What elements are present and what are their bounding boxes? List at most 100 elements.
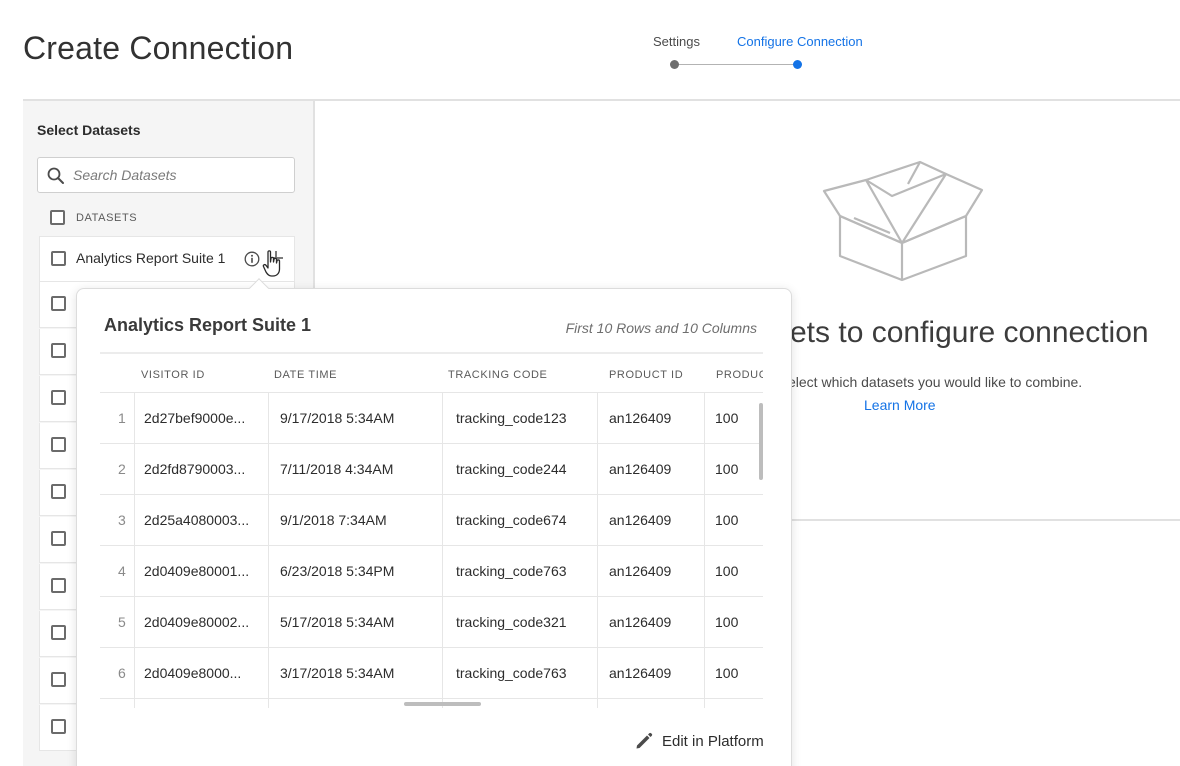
cell-divider — [597, 393, 598, 444]
cell-product: 100 — [715, 461, 739, 477]
open-box-icon — [822, 160, 984, 282]
dataset-checkbox[interactable] — [51, 672, 66, 687]
dataset-checkbox[interactable] — [51, 578, 66, 593]
table-row: 2 2d2fd8790003... 7/11/2018 4:34AM track… — [100, 444, 763, 495]
step-configure-connection[interactable]: Configure Connection — [737, 34, 863, 49]
column-header-product-id[interactable]: PRODUCT ID — [609, 369, 683, 381]
cell-divider — [134, 444, 135, 495]
preview-table: VISITOR ID DATE TIME TRACKING CODE PRODU… — [100, 352, 763, 708]
cell-divider — [268, 444, 269, 495]
column-header-tracking-code[interactable]: TRACKING CODE — [448, 369, 547, 381]
dataset-checkbox[interactable] — [51, 531, 66, 546]
panel-heading: Select Datasets — [37, 122, 141, 138]
preview-subtitle: First 10 Rows and 10 Columns — [565, 320, 757, 336]
cell-visitor-id: 2d0409e8000... — [144, 665, 242, 681]
cell-product-id: an126409 — [609, 410, 672, 426]
dataset-label: Analytics Report Suite 1 — [76, 250, 226, 266]
hand-pointer-icon — [262, 250, 281, 277]
info-icon[interactable] — [244, 251, 260, 267]
cell-tracking-code: tracking_code321 — [456, 614, 567, 630]
dataset-checkbox[interactable] — [51, 625, 66, 640]
step-settings[interactable]: Settings — [653, 34, 700, 49]
dataset-checkbox[interactable] — [51, 251, 66, 266]
empty-state-title: sets to configure connection — [775, 316, 1149, 349]
cell-product-id: an126409 — [609, 665, 672, 681]
cell-divider — [268, 648, 269, 699]
cell-product: 100 — [715, 614, 739, 630]
cell-divider — [442, 597, 443, 648]
cell-divider — [442, 495, 443, 546]
cell-visitor-id: 2d0409e80002... — [144, 614, 250, 630]
vertical-scrollbar[interactable] — [759, 403, 763, 480]
cell-divider — [597, 699, 598, 708]
cell-divider — [704, 393, 705, 444]
row-index: 2 — [118, 461, 126, 477]
cell-divider — [442, 546, 443, 597]
search-input[interactable] — [73, 165, 283, 185]
cell-divider — [704, 495, 705, 546]
column-header-product[interactable]: PRODUC — [716, 369, 763, 381]
dataset-checkbox[interactable] — [51, 719, 66, 734]
cell-divider — [134, 648, 135, 699]
table-row: 4 2d0409e80001... 6/23/2018 5:34PM track… — [100, 546, 763, 597]
cell-divider — [268, 546, 269, 597]
select-all-checkbox[interactable] — [50, 210, 65, 225]
step-dot-settings — [670, 60, 679, 69]
cell-product-id: an126409 — [609, 461, 672, 477]
dataset-row[interactable]: Analytics Report Suite 1 — [39, 236, 295, 282]
dataset-preview-popover: Analytics Report Suite 1 First 10 Rows a… — [76, 288, 792, 766]
cell-divider — [268, 699, 269, 708]
cell-date-time: 7/11/2018 4:34AM — [280, 461, 394, 477]
column-header-visitor-id[interactable]: VISITOR ID — [141, 369, 205, 381]
cell-tracking-code: tracking_code763 — [456, 563, 567, 579]
dataset-checkbox[interactable] — [51, 437, 66, 452]
cell-product-id: an126409 — [609, 614, 672, 630]
cell-divider — [704, 648, 705, 699]
edit-in-platform-label: Edit in Platform — [662, 732, 764, 750]
cell-divider — [597, 444, 598, 495]
cell-product: 100 — [715, 410, 739, 426]
row-index: 4 — [118, 563, 126, 579]
step-dot-configure-connection — [793, 60, 802, 69]
cell-date-time: 9/17/2018 5:34AM — [280, 410, 395, 426]
cell-divider — [442, 444, 443, 495]
row-index: 1 — [118, 410, 126, 426]
cell-product-id: an126409 — [609, 563, 672, 579]
horizontal-scrollbar[interactable] — [404, 702, 481, 706]
row-index: 3 — [118, 512, 126, 528]
dataset-checkbox[interactable] — [51, 484, 66, 499]
cell-divider — [268, 597, 269, 648]
cell-product: 100 — [715, 563, 739, 579]
cell-tracking-code: tracking_code244 — [456, 461, 567, 477]
cell-date-time: 6/23/2018 5:34PM — [280, 563, 395, 579]
cell-visitor-id: 2d25a4080003... — [144, 512, 250, 528]
cell-date-time: 9/1/2018 7:34AM — [280, 512, 387, 528]
table-header-row: VISITOR ID DATE TIME TRACKING CODE PRODU… — [100, 352, 763, 393]
dataset-checkbox[interactable] — [51, 296, 66, 311]
cell-date-time: 3/17/2018 5:34AM — [280, 665, 395, 681]
cell-divider — [268, 393, 269, 444]
column-header-date-time[interactable]: DATE TIME — [274, 369, 337, 381]
dataset-checkbox[interactable] — [51, 390, 66, 405]
pencil-icon — [636, 732, 653, 749]
table-row: 3 2d25a4080003... 9/1/2018 7:34AM tracki… — [100, 495, 763, 546]
cell-divider — [597, 597, 598, 648]
cell-tracking-code: tracking_code763 — [456, 665, 567, 681]
cell-tracking-code: tracking_code123 — [456, 410, 567, 426]
cell-divider — [597, 648, 598, 699]
cell-tracking-code: tracking_code674 — [456, 512, 567, 528]
cell-visitor-id: 2d2fd8790003... — [144, 461, 246, 477]
cell-product: 100 — [715, 665, 739, 681]
edit-in-platform-button[interactable]: Edit in Platform — [634, 729, 764, 753]
table-row: 5 2d0409e80002... 5/17/2018 5:34AM track… — [100, 597, 763, 648]
cell-product: 100 — [715, 512, 739, 528]
cell-divider — [134, 597, 135, 648]
cell-divider — [134, 546, 135, 597]
cell-visitor-id: 2d27bef9000e... — [144, 410, 246, 426]
cell-divider — [704, 699, 705, 708]
dataset-checkbox[interactable] — [51, 343, 66, 358]
learn-more-link[interactable]: Learn More — [864, 397, 936, 413]
preview-title: Analytics Report Suite 1 — [104, 315, 312, 335]
cell-divider — [597, 546, 598, 597]
cell-divider — [704, 597, 705, 648]
